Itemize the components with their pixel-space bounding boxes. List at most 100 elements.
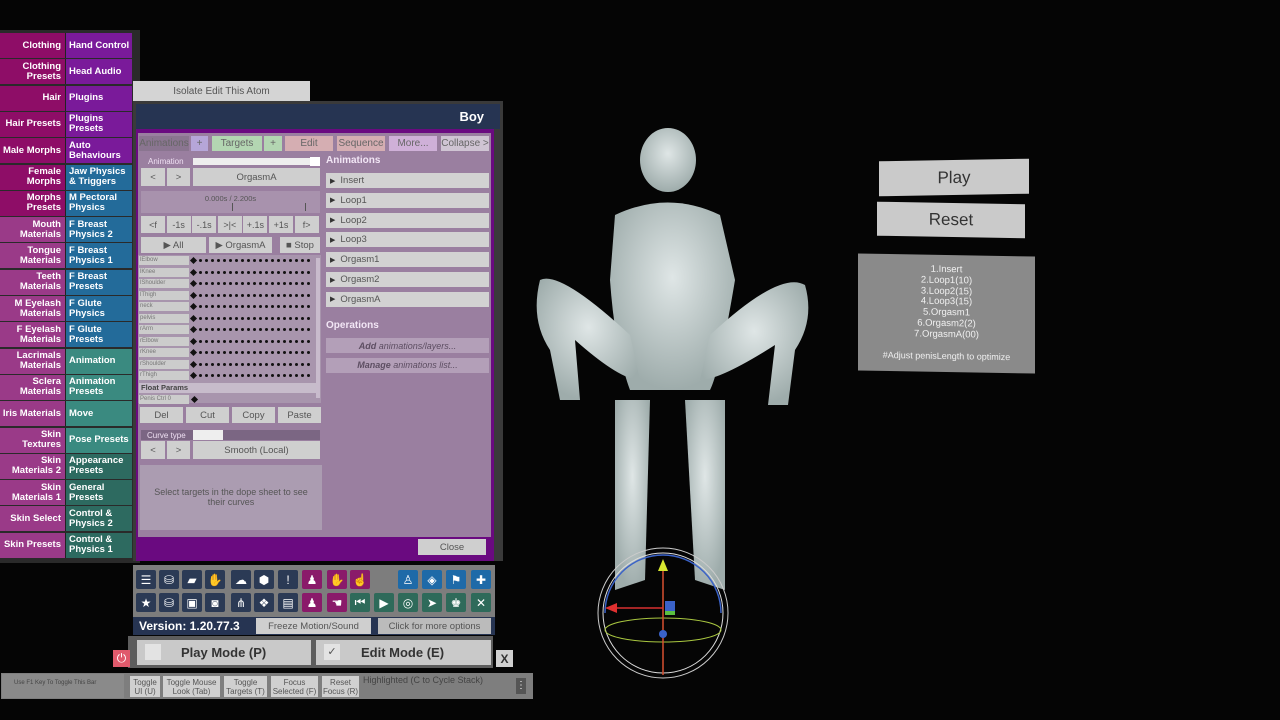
keyframe-dot[interactable]	[271, 351, 274, 354]
keyframe-dot[interactable]	[289, 259, 292, 262]
sidebar-item-left[interactable]: Skin Presets	[0, 532, 66, 558]
keyframe-dot[interactable]	[289, 339, 292, 343]
skip-back-icon[interactable]: ⏮	[350, 593, 370, 612]
keyframe-dot[interactable]	[295, 339, 298, 343]
sidebar-item-right[interactable]: Animation Presets	[66, 374, 132, 400]
sidebar-item-left[interactable]: Iris Materials	[0, 401, 66, 427]
keyframe-dot[interactable]	[289, 293, 292, 297]
keyframe-dot[interactable]	[229, 282, 232, 285]
sidebar-item-right[interactable]: F Glute Presets	[66, 322, 132, 348]
sidebar-item-left[interactable]: Teeth Materials	[0, 269, 66, 295]
keyframe-dot[interactable]	[241, 328, 244, 331]
keyframe-dot[interactable]	[241, 374, 244, 377]
keyframe-dot[interactable]	[295, 351, 298, 354]
keyframe-dot[interactable]	[211, 328, 214, 331]
keyframe-dot[interactable]	[223, 328, 226, 331]
keyframe-dot[interactable]	[271, 259, 274, 262]
keyframe-dot[interactable]	[199, 282, 202, 285]
operation-button[interactable]: Add animations/layers...	[326, 338, 489, 353]
keyframe-dot[interactable]	[259, 374, 262, 377]
keyframe-dot[interactable]	[217, 316, 220, 320]
keyframe-dot[interactable]	[211, 316, 214, 320]
dope-row[interactable]	[189, 325, 314, 334]
add-animation-button[interactable]: +	[191, 136, 208, 151]
keyframe-dot[interactable]	[205, 282, 208, 285]
keyframe-dot[interactable]	[199, 270, 202, 274]
sidebar-item-right[interactable]: Pose Presets	[66, 427, 132, 453]
transport-button[interactable]: <f	[141, 216, 165, 233]
keyframe-dot[interactable]	[229, 328, 232, 331]
keyframe-dot[interactable]	[199, 316, 202, 320]
keyframe-dot[interactable]	[247, 259, 250, 262]
dope-target-name[interactable]: rArm	[139, 325, 189, 334]
keyframe[interactable]	[189, 268, 198, 276]
save-scene-icon[interactable]: ⛁	[159, 570, 179, 589]
keyframe-dot[interactable]	[289, 328, 292, 331]
keyframe-dot[interactable]	[277, 282, 280, 285]
tools-icon[interactable]: ✕	[471, 593, 491, 612]
camera-icon[interactable]: ◙	[205, 593, 225, 612]
keyframe-dot[interactable]	[199, 339, 202, 343]
keyframe-dot[interactable]	[211, 362, 214, 366]
float-param-name[interactable]: Penis Ctrl 0	[139, 395, 189, 404]
tab-animations[interactable]: Animations	[139, 136, 189, 151]
keyframe-dot[interactable]	[253, 305, 256, 308]
dope-target-name[interactable]: lElbow	[139, 256, 189, 265]
animation-list-item[interactable]: ▶ Loop2	[326, 212, 489, 228]
keyframe-dot[interactable]	[277, 305, 280, 308]
keyframe-dot[interactable]	[223, 305, 226, 308]
keyframe-dot[interactable]	[289, 351, 292, 354]
keyframe-dot[interactable]	[241, 351, 244, 354]
keyframe-dot[interactable]	[307, 305, 310, 308]
keyframe[interactable]	[189, 291, 198, 299]
keyframe-dot[interactable]	[301, 328, 304, 331]
keyframe-dot[interactable]	[271, 270, 274, 274]
keyframe-dot[interactable]	[277, 270, 280, 274]
keyframe-dot[interactable]	[307, 316, 310, 320]
keyframe-dot[interactable]	[307, 282, 310, 285]
red-hand-icon[interactable]: ✋	[205, 570, 225, 589]
keyframe-dot[interactable]	[259, 362, 262, 366]
tab-more[interactable]: More...	[389, 136, 437, 151]
keyframe-dot[interactable]	[217, 328, 220, 331]
keyframe-dot[interactable]	[205, 293, 208, 297]
dope-target-name[interactable]: lKnee	[139, 267, 189, 277]
keyframe-dot[interactable]	[301, 305, 304, 308]
keyframe-dot[interactable]	[199, 374, 202, 377]
keyframe[interactable]	[189, 302, 198, 311]
add-target-button[interactable]: +	[264, 136, 282, 151]
sidebar-item-right[interactable]: M Pectoral Physics	[66, 190, 132, 216]
keyframe-dot[interactable]	[211, 270, 214, 274]
keyframe-dot[interactable]	[199, 328, 202, 331]
keyframe-dot[interactable]	[283, 270, 286, 274]
keyframe-dot[interactable]	[277, 259, 280, 262]
keyframe-dot[interactable]	[307, 374, 310, 377]
sidebar-item-right[interactable]: Animation	[66, 348, 132, 374]
keyframe-dot[interactable]	[301, 351, 304, 354]
keyframe-dot[interactable]	[247, 293, 250, 297]
sidebar-item-left[interactable]: Skin Textures	[0, 427, 66, 453]
person-icon[interactable]: ♙	[398, 570, 418, 589]
keyframe-dot[interactable]	[271, 293, 274, 297]
sidebar-item-right[interactable]: Jaw Physics & Triggers	[66, 164, 132, 190]
keyframe-dot[interactable]	[229, 259, 232, 262]
keyframe-dot[interactable]	[247, 351, 250, 354]
keyframe-dot[interactable]	[265, 259, 268, 262]
keyframe-dot[interactable]	[283, 293, 286, 297]
keyframe[interactable]	[189, 337, 198, 345]
sidebar-item-right[interactable]: Auto Behaviours	[66, 138, 132, 164]
keyframe-dot[interactable]	[277, 351, 280, 354]
keyframe-dot[interactable]	[259, 305, 262, 308]
edit-mode-button[interactable]: ✓ Edit Mode (E)	[316, 640, 491, 665]
bottom-bar-button[interactable]: Focus Selected (F)	[271, 676, 318, 697]
transport-button[interactable]: +.1s	[243, 216, 268, 233]
sidebar-item-left[interactable]: Male Morphs	[0, 138, 66, 164]
keyframe-dot[interactable]	[283, 305, 286, 308]
keyframe-dot[interactable]	[295, 316, 298, 320]
keyframe-dot[interactable]	[265, 305, 268, 308]
dope-row[interactable]	[189, 256, 314, 265]
transport-button[interactable]: +1s	[269, 216, 293, 233]
sidebar-item-left[interactable]: Skin Select	[0, 506, 66, 532]
target-icon[interactable]: ◎	[398, 593, 418, 612]
keyframe-dot[interactable]	[199, 293, 202, 297]
